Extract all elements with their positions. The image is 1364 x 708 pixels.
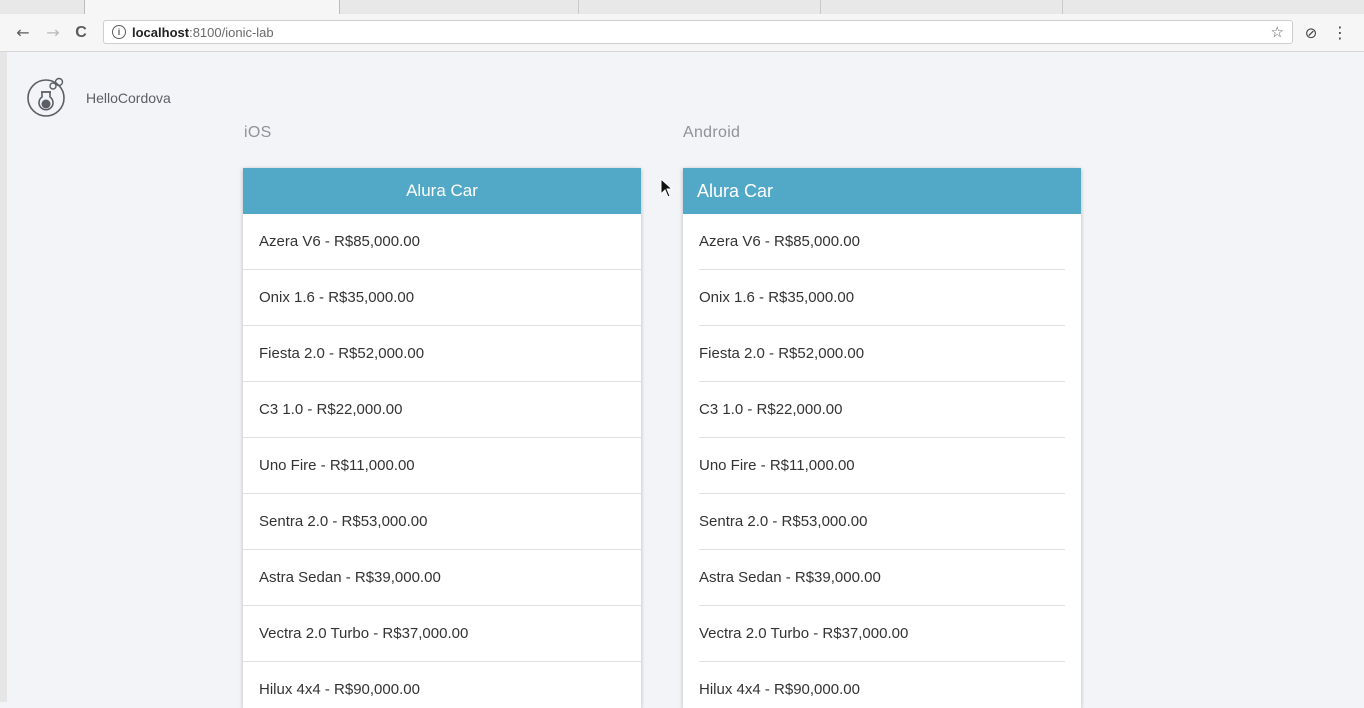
page-left-edge	[0, 52, 7, 702]
list-item[interactable]: Fiesta 2.0 - R$52,000.00	[243, 326, 641, 382]
reload-icon[interactable]: C	[72, 24, 90, 42]
list-item[interactable]: Fiesta 2.0 - R$52,000.00	[683, 326, 1081, 382]
list-item[interactable]: Onix 1.6 - R$35,000.00	[243, 270, 641, 326]
list-item[interactable]: Astra Sedan - R$39,000.00	[243, 550, 641, 606]
ios-preview: Alura Car Azera V6 - R$85,000.00 Onix 1.…	[243, 168, 641, 708]
android-preview: Alura Car Azera V6 - R$85,000.00 Onix 1.…	[683, 168, 1081, 708]
browser-menu-icon[interactable]: ⋮	[1332, 23, 1348, 43]
list-item[interactable]: Azera V6 - R$85,000.00	[683, 214, 1081, 270]
list-item[interactable]: C3 1.0 - R$22,000.00	[683, 382, 1081, 438]
android-car-list: Azera V6 - R$85,000.00 Onix 1.6 - R$35,0…	[683, 214, 1081, 708]
list-item[interactable]: C3 1.0 - R$22,000.00	[243, 382, 641, 438]
address-bar[interactable]: i localhost:8100/ionic-lab ☆	[103, 20, 1293, 44]
url-host: localhost	[132, 25, 190, 40]
bookmark-star-icon[interactable]: ☆	[1271, 23, 1284, 41]
url-path: :8100/ionic-lab	[189, 25, 274, 40]
browser-tab-divider	[1062, 0, 1063, 14]
platform-label-android: Android	[683, 124, 741, 141]
browser-toolbar: ← → C i localhost:8100/ionic-lab ☆ ⊘ ⋮	[0, 14, 1364, 52]
list-item[interactable]: Hilux 4x4 - R$90,000.00	[683, 662, 1081, 708]
app-name: HelloCordova	[86, 90, 171, 106]
forward-icon[interactable]: →	[44, 24, 62, 42]
list-item[interactable]: Uno Fire - R$11,000.00	[683, 438, 1081, 494]
browser-tab-divider	[578, 0, 579, 14]
list-item[interactable]: Vectra 2.0 Turbo - R$37,000.00	[683, 606, 1081, 662]
list-item[interactable]: Onix 1.6 - R$35,000.00	[683, 270, 1081, 326]
browser-tab-divider	[820, 0, 821, 14]
back-icon[interactable]: ←	[14, 24, 32, 42]
extension-icon[interactable]: ⊘	[1301, 23, 1321, 43]
android-header-title: Alura Car	[683, 168, 1081, 214]
mouse-pointer-icon	[660, 178, 674, 198]
list-item[interactable]: Sentra 2.0 - R$53,000.00	[683, 494, 1081, 550]
platform-label-ios: iOS	[244, 124, 272, 141]
list-item[interactable]: Uno Fire - R$11,000.00	[243, 438, 641, 494]
list-item[interactable]: Azera V6 - R$85,000.00	[243, 214, 641, 270]
tab-strip	[0, 0, 1364, 14]
ios-header-title: Alura Car	[243, 168, 641, 214]
browser-tab-active[interactable]	[84, 0, 340, 14]
ionic-lab-logo-icon	[27, 77, 65, 117]
list-item[interactable]: Hilux 4x4 - R$90,000.00	[243, 662, 641, 708]
list-item[interactable]: Astra Sedan - R$39,000.00	[683, 550, 1081, 606]
list-item[interactable]: Sentra 2.0 - R$53,000.00	[243, 494, 641, 550]
url-text[interactable]: localhost:8100/ionic-lab	[132, 25, 274, 40]
info-icon[interactable]: i	[112, 25, 126, 39]
ios-car-list: Azera V6 - R$85,000.00 Onix 1.6 - R$35,0…	[243, 214, 641, 708]
list-item[interactable]: Vectra 2.0 Turbo - R$37,000.00	[243, 606, 641, 662]
